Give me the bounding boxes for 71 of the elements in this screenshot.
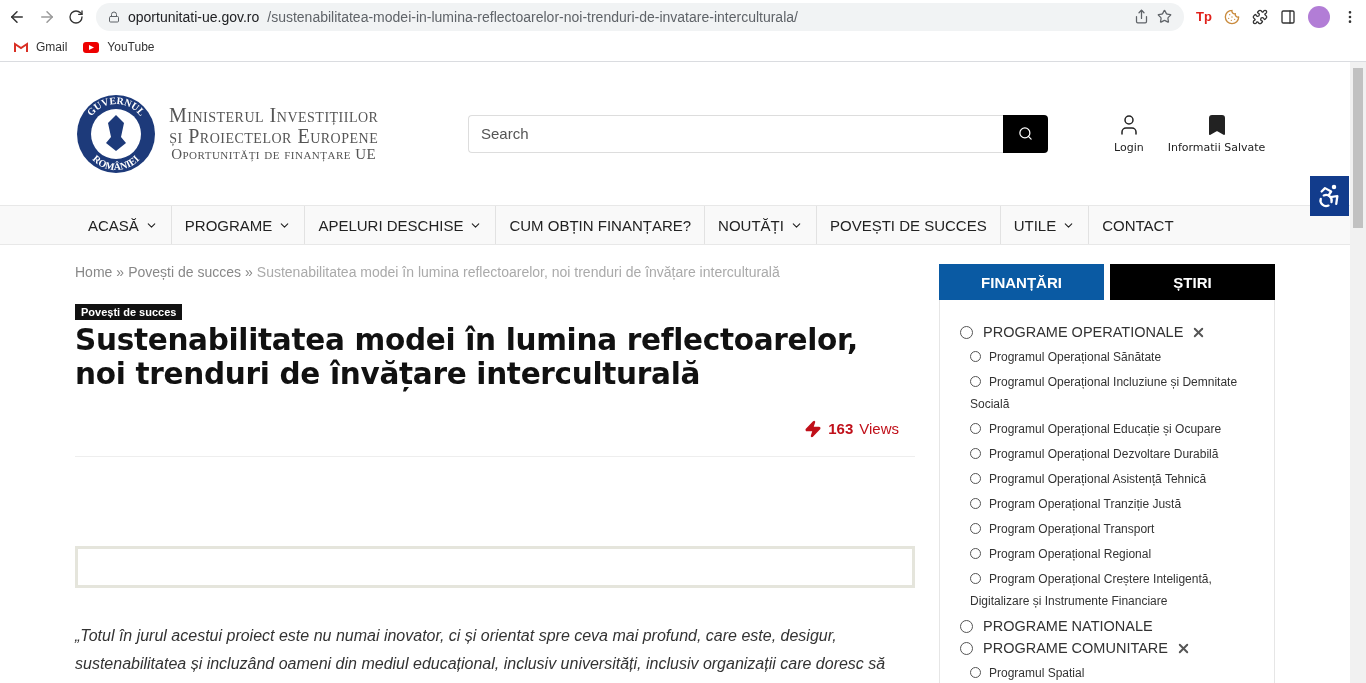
- article-title: Sustenabilitatea modei în lumina reflectoarelor, noi trenduri de învățare interculturală: [75, 324, 859, 392]
- extension-badge[interactable]: Tp: [1196, 9, 1212, 24]
- side-panel-icon[interactable]: [1280, 8, 1296, 25]
- cookie-icon[interactable]: [1224, 8, 1240, 25]
- radio-button[interactable]: [960, 619, 973, 633]
- program-option[interactable]: Programul Spatial: [970, 662, 1254, 683]
- accessibility-button[interactable]: [1310, 176, 1349, 216]
- radio-button[interactable]: [970, 473, 981, 484]
- bookmark[interactable]: YouTube: [83, 40, 155, 54]
- radio-button[interactable]: [970, 423, 981, 434]
- bookmark[interactable]: Gmail: [14, 40, 68, 54]
- program-option[interactable]: Program Operațional Transport: [970, 518, 1254, 540]
- radio-button[interactable]: [970, 351, 981, 362]
- radio-button[interactable]: [970, 376, 981, 387]
- views-label: Views: [859, 420, 899, 438]
- breadcrumb-link[interactable]: Home: [75, 264, 113, 280]
- program-category-row[interactable]: PROGRAME NATIONALE: [960, 618, 1254, 634]
- nav-item[interactable]: CONTACT: [1089, 206, 1187, 244]
- program-category[interactable]: PROGRAME COMUNITARE: [983, 640, 1169, 656]
- program-category-row[interactable]: PROGRAME OPERATIONALE: [960, 324, 1254, 340]
- ministry-name[interactable]: Ministerul Investițiilor și Proiectelor Europene Oportunități de finanțare UE: [169, 104, 379, 163]
- radio-button[interactable]: [960, 641, 973, 655]
- search-field[interactable]: Search: [468, 114, 1003, 153]
- scrollbar-thumb[interactable]: [1353, 68, 1363, 228]
- lightning-icon: [804, 419, 823, 438]
- breadcrumb-separator: »: [116, 264, 125, 280]
- nav-item[interactable]: PROGRAME: [171, 206, 306, 244]
- program-option[interactable]: Programul Operațional Asistență Tehnică: [970, 468, 1254, 490]
- radio-button[interactable]: [970, 667, 981, 678]
- reload-icon[interactable]: [68, 8, 84, 25]
- play-icon: [83, 41, 100, 53]
- nav-item[interactable]: ACASĂ: [75, 206, 172, 244]
- radio-button[interactable]: [970, 548, 981, 559]
- address-bar[interactable]: oportunitati-ue.gov.ro /sustenabilitatea-modei-in-lumina-reflectoarelor-noi-trenduri-de-invatare-interculturala/: [96, 2, 1185, 31]
- saved-info-link[interactable]: Informatii Salvate: [1167, 113, 1266, 154]
- article-quote: „Totul în jurul acestui proiect este nu numai inovator, ci și orientat spre ceva mai profund, care este, desigur, sustenabilitatea și incluzând oameni din mediul educațional, inclusiv universități, inclusiv organizații care doresc să: [75, 625, 887, 674]
- radio-button[interactable]: [970, 523, 981, 534]
- extensions-icon[interactable]: [1252, 8, 1268, 25]
- program-category[interactable]: PROGRAME NATIONALE: [983, 618, 1153, 634]
- lock-icon: [108, 10, 120, 23]
- star-icon[interactable]: [1157, 9, 1173, 24]
- breadcrumb-link[interactable]: Povești de succes: [128, 264, 241, 280]
- program-option[interactable]: Programul Operațional Incluziune și Demnitate Socială: [970, 371, 1254, 415]
- radio-button[interactable]: [970, 498, 981, 509]
- program-option[interactable]: Program Operațional Tranziție Justă: [970, 493, 1254, 515]
- sidebar-tab[interactable]: ȘTIRI: [1110, 264, 1275, 300]
- nav-item[interactable]: APELURI DESCHISE: [305, 206, 497, 244]
- search-button[interactable]: [1003, 114, 1048, 153]
- profile-avatar[interactable]: [1308, 5, 1330, 28]
- radio-button[interactable]: [970, 573, 981, 584]
- program-option[interactable]: Programul Operațional Dezvoltare Durabilă: [970, 443, 1254, 465]
- mail-icon: [14, 41, 28, 53]
- program-option[interactable]: Program Operațional Creștere Inteligentă, Digitalizare și Instrumente Financiare: [970, 568, 1254, 612]
- share-icon[interactable]: [1134, 9, 1150, 24]
- radio-button[interactable]: [970, 448, 981, 459]
- program-category[interactable]: PROGRAME OPERATIONALE: [983, 324, 1184, 340]
- program-option[interactable]: Programul Operațional Educație și Ocupare: [970, 418, 1254, 440]
- nav-item[interactable]: UTILE: [1000, 206, 1090, 244]
- program-option[interactable]: Programul Operațional Sănătate: [970, 346, 1254, 368]
- nav-item[interactable]: POVEȘTI DE SUCCES: [816, 206, 1001, 244]
- breadcrumb-separator: »: [245, 264, 253, 280]
- search-icon: [1018, 126, 1033, 141]
- login-link[interactable]: Login: [1114, 113, 1144, 154]
- nav-item[interactable]: CUM OBȚIN FINANȚARE?: [496, 206, 706, 244]
- program-option[interactable]: Program Operațional Regional: [970, 543, 1254, 565]
- category-tag[interactable]: Povești de succes: [75, 304, 183, 320]
- radio-button[interactable]: [960, 325, 973, 339]
- views-count: 163: [828, 420, 854, 438]
- program-category-row[interactable]: PROGRAME COMUNITARE: [960, 640, 1254, 656]
- nav-item[interactable]: NOUTĂȚI: [705, 206, 817, 244]
- sidebar-tab[interactable]: FINANȚĂRI: [939, 264, 1104, 300]
